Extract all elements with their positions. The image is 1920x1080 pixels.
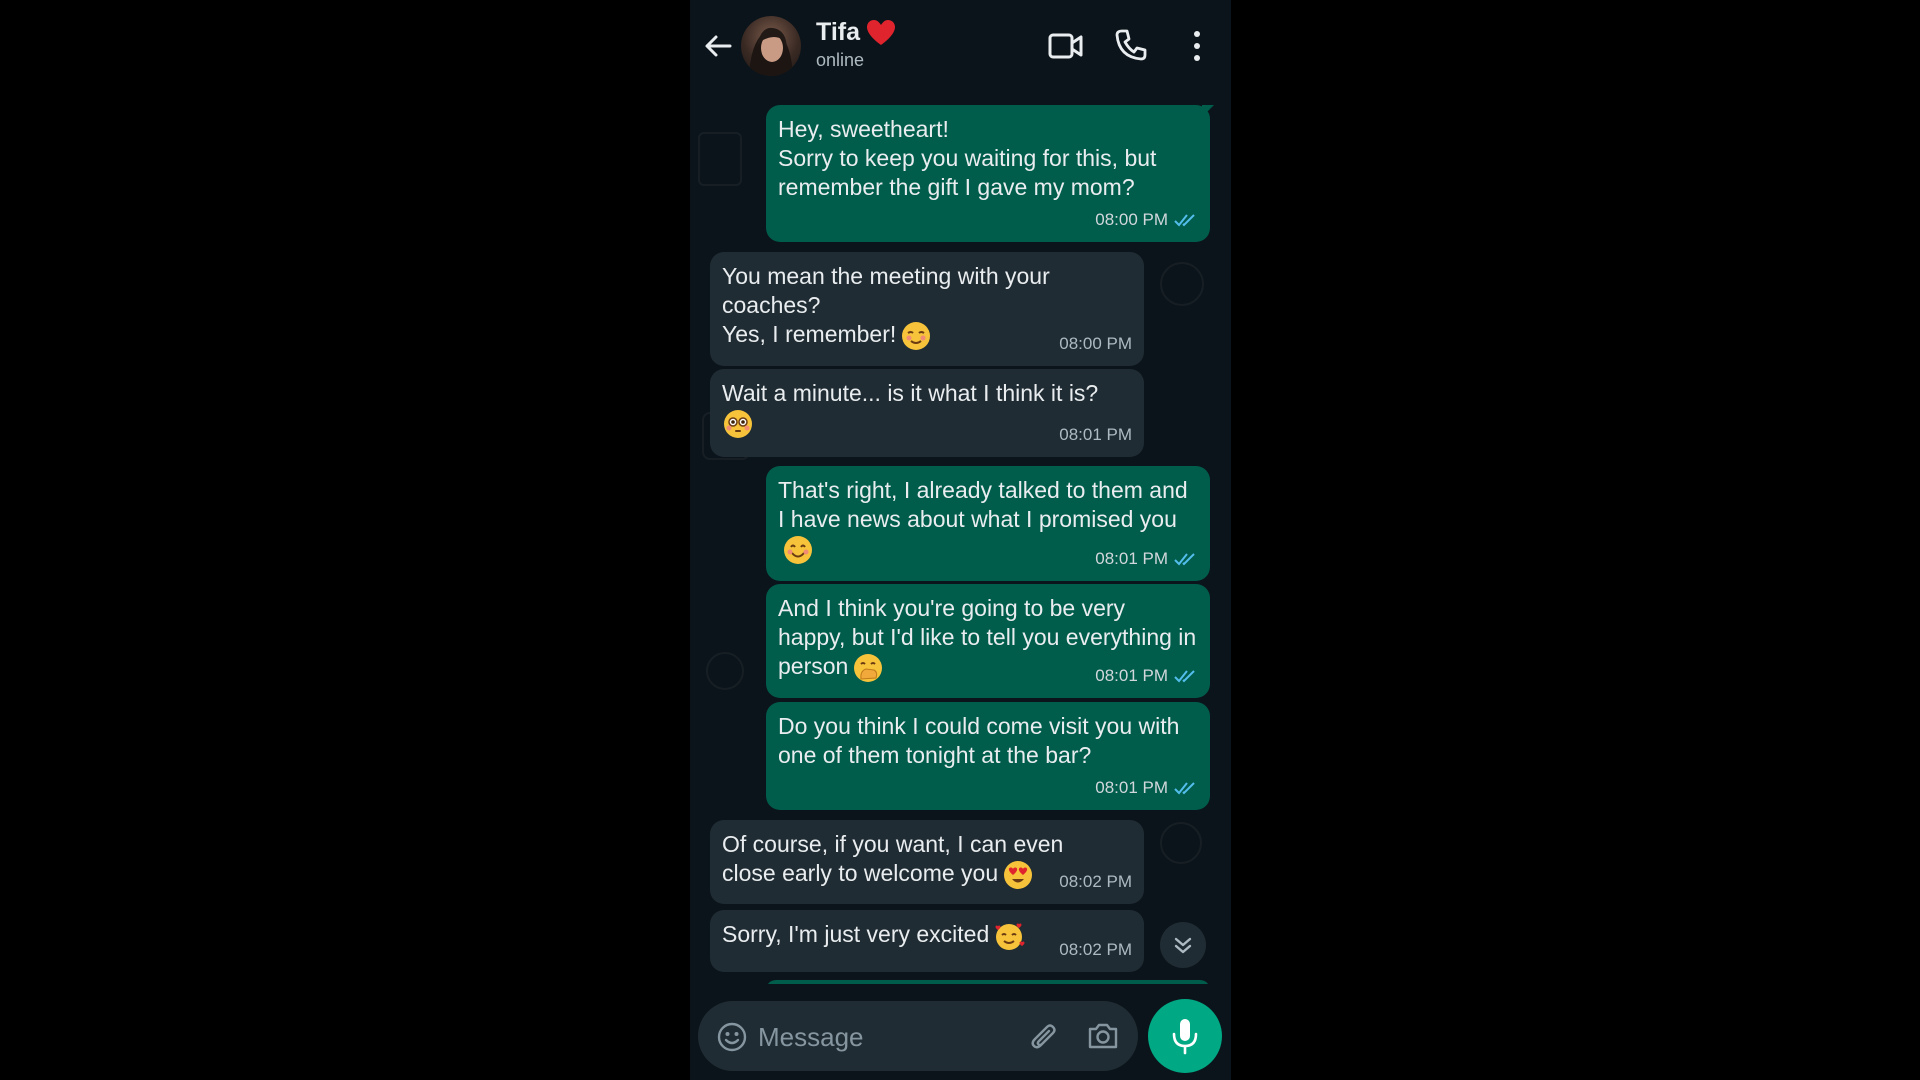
message-text: Do you think I could come visit you with…: [778, 713, 1180, 768]
double-check-icon: [1174, 781, 1195, 794]
double-check-icon: [1174, 213, 1195, 226]
outgoing-message[interactable]: Do you think I could come visit you with…: [766, 702, 1210, 810]
message-meta: 08:02 PM: [1059, 867, 1132, 896]
message-meta: 08:00 PM: [1059, 329, 1132, 358]
chat-area[interactable]: Hey, sweetheart! Sorry to keep you waiti…: [690, 92, 1231, 984]
scroll-to-bottom-button[interactable]: [1160, 922, 1206, 968]
message-time: 08:01 PM: [1095, 666, 1168, 685]
wallpaper-doodle: [1160, 262, 1204, 306]
hand-over-mouth-emoji-icon: [854, 654, 883, 682]
outgoing-message[interactable]: Hey, sweetheart! Sorry to keep you waiti…: [766, 105, 1210, 242]
relieved-face-emoji-icon: [902, 322, 931, 350]
more-vert-icon[interactable]: [1190, 28, 1204, 64]
message-time: 08:02 PM: [1059, 940, 1132, 959]
flushed-face-emoji-icon: [724, 410, 752, 438]
outgoing-message[interactable]: That's right, I already talked to them a…: [766, 466, 1210, 581]
message-composer: [690, 995, 1231, 1080]
double-check-icon: [1174, 669, 1195, 682]
contact-name[interactable]: Tifa: [816, 18, 860, 47]
message-time: 08:00 PM: [1059, 334, 1132, 353]
message-text: Hey, sweetheart! Sorry to keep you waiti…: [778, 116, 1157, 200]
message-time: 08:01 PM: [1095, 778, 1168, 797]
outgoing-message-partial: [766, 980, 1210, 984]
heart-eyes-emoji-icon: [1004, 861, 1033, 889]
incoming-message[interactable]: Of course, if you want, I can even close…: [710, 820, 1144, 904]
paperclip-icon[interactable]: [1028, 1020, 1062, 1054]
video-call-icon[interactable]: [1048, 30, 1084, 62]
microphone-icon: [1172, 1019, 1198, 1055]
double-chevron-down-icon: [1174, 937, 1192, 954]
outgoing-message[interactable]: And I think you're going to be very happ…: [766, 584, 1210, 698]
message-input-box[interactable]: [698, 1001, 1138, 1071]
camera-icon[interactable]: [1086, 1020, 1120, 1052]
back-arrow-icon[interactable]: [700, 28, 736, 64]
incoming-message[interactable]: Sorry, I'm just very excited 08:02 PM: [710, 910, 1144, 972]
incoming-message[interactable]: Wait a minute... is it what I think it i…: [710, 369, 1144, 457]
message-meta: 08:01 PM: [1095, 661, 1198, 690]
wallpaper-doodle: [1160, 822, 1202, 864]
message-time: 08:00 PM: [1095, 210, 1168, 229]
message-meta: 08:01 PM: [1095, 773, 1198, 802]
message-input[interactable]: [756, 1013, 1010, 1061]
heart-icon: [867, 20, 895, 45]
contact-status: online: [816, 50, 865, 70]
voice-message-button[interactable]: [1148, 999, 1222, 1073]
bubble-tail: [1202, 105, 1214, 117]
emoji-icon[interactable]: [716, 1021, 748, 1053]
message-meta: 08:02 PM: [1059, 935, 1132, 964]
avatar[interactable]: [741, 16, 801, 76]
double-check-icon: [1174, 552, 1195, 565]
chat-header: Tifa online: [690, 0, 1231, 92]
smiling-face-emoji-icon: [784, 536, 812, 564]
phone-screen: Tifa online Hey, sweetheart! Sorry to ke…: [690, 0, 1231, 1080]
incoming-message[interactable]: You mean the meeting with your coaches? …: [710, 252, 1144, 366]
message-time: 08:01 PM: [1059, 425, 1132, 444]
message-meta: 08:01 PM: [1095, 544, 1198, 573]
message-meta: 08:01 PM: [1059, 420, 1132, 449]
wallpaper-doodle: [698, 132, 742, 186]
message-time: 08:01 PM: [1095, 549, 1168, 568]
message-meta: 08:00 PM: [1095, 205, 1198, 234]
message-time: 08:02 PM: [1059, 872, 1132, 891]
wallpaper-doodle: [706, 652, 744, 690]
phone-icon[interactable]: [1114, 28, 1148, 62]
smiling-face-with-hearts-emoji-icon: [995, 923, 1025, 950]
